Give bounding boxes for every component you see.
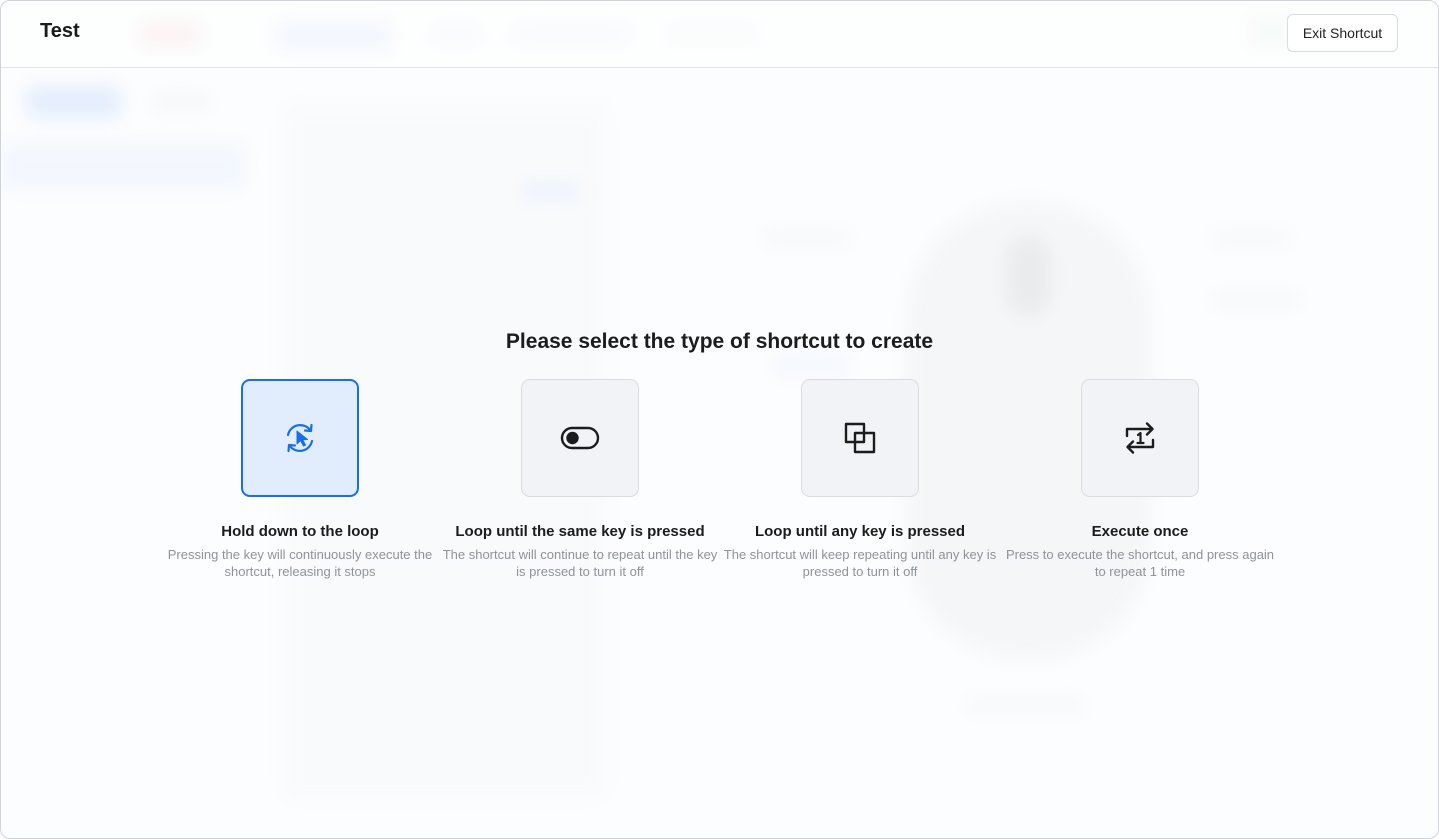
app-window: Test Exit Shortcut Please select the typ… bbox=[0, 0, 1439, 839]
option-label: Execute once bbox=[1091, 523, 1189, 540]
top-bar: Test Exit Shortcut bbox=[1, 1, 1438, 68]
dialog-prompt: Please select the type of shortcut to cr… bbox=[505, 330, 934, 353]
option-card[interactable] bbox=[521, 379, 639, 497]
option-loop-same-key[interactable]: Loop until the same key is pressed The s… bbox=[440, 379, 720, 580]
toggle-icon bbox=[560, 426, 600, 450]
option-card[interactable] bbox=[241, 379, 359, 497]
exit-shortcut-button[interactable]: Exit Shortcut bbox=[1287, 14, 1398, 52]
option-label: Loop until any key is pressed bbox=[754, 523, 966, 540]
option-hold-down-loop[interactable]: Hold down to the loop Pressing the key w… bbox=[160, 379, 440, 580]
option-description: Pressing the key will continuously execu… bbox=[167, 547, 433, 579]
hold-loop-icon bbox=[286, 423, 314, 453]
overlap-squares-icon bbox=[844, 422, 876, 454]
option-description: Press to execute the shortcut, and press… bbox=[1005, 547, 1275, 579]
option-description: The shortcut will continue to repeat unt… bbox=[442, 547, 718, 579]
repeat-once-icon bbox=[1125, 422, 1155, 454]
option-execute-once[interactable]: Execute once Press to execute the shortc… bbox=[1000, 379, 1280, 580]
option-label: Loop until the same key is pressed bbox=[455, 523, 705, 540]
option-description: The shortcut will keep repeating until a… bbox=[723, 547, 997, 579]
option-card[interactable] bbox=[801, 379, 919, 497]
option-loop-any-key[interactable]: Loop until any key is pressed The shortc… bbox=[720, 379, 1000, 580]
app-title: Test bbox=[40, 20, 80, 42]
option-label: Hold down to the loop bbox=[221, 523, 379, 540]
option-card[interactable] bbox=[1081, 379, 1199, 497]
